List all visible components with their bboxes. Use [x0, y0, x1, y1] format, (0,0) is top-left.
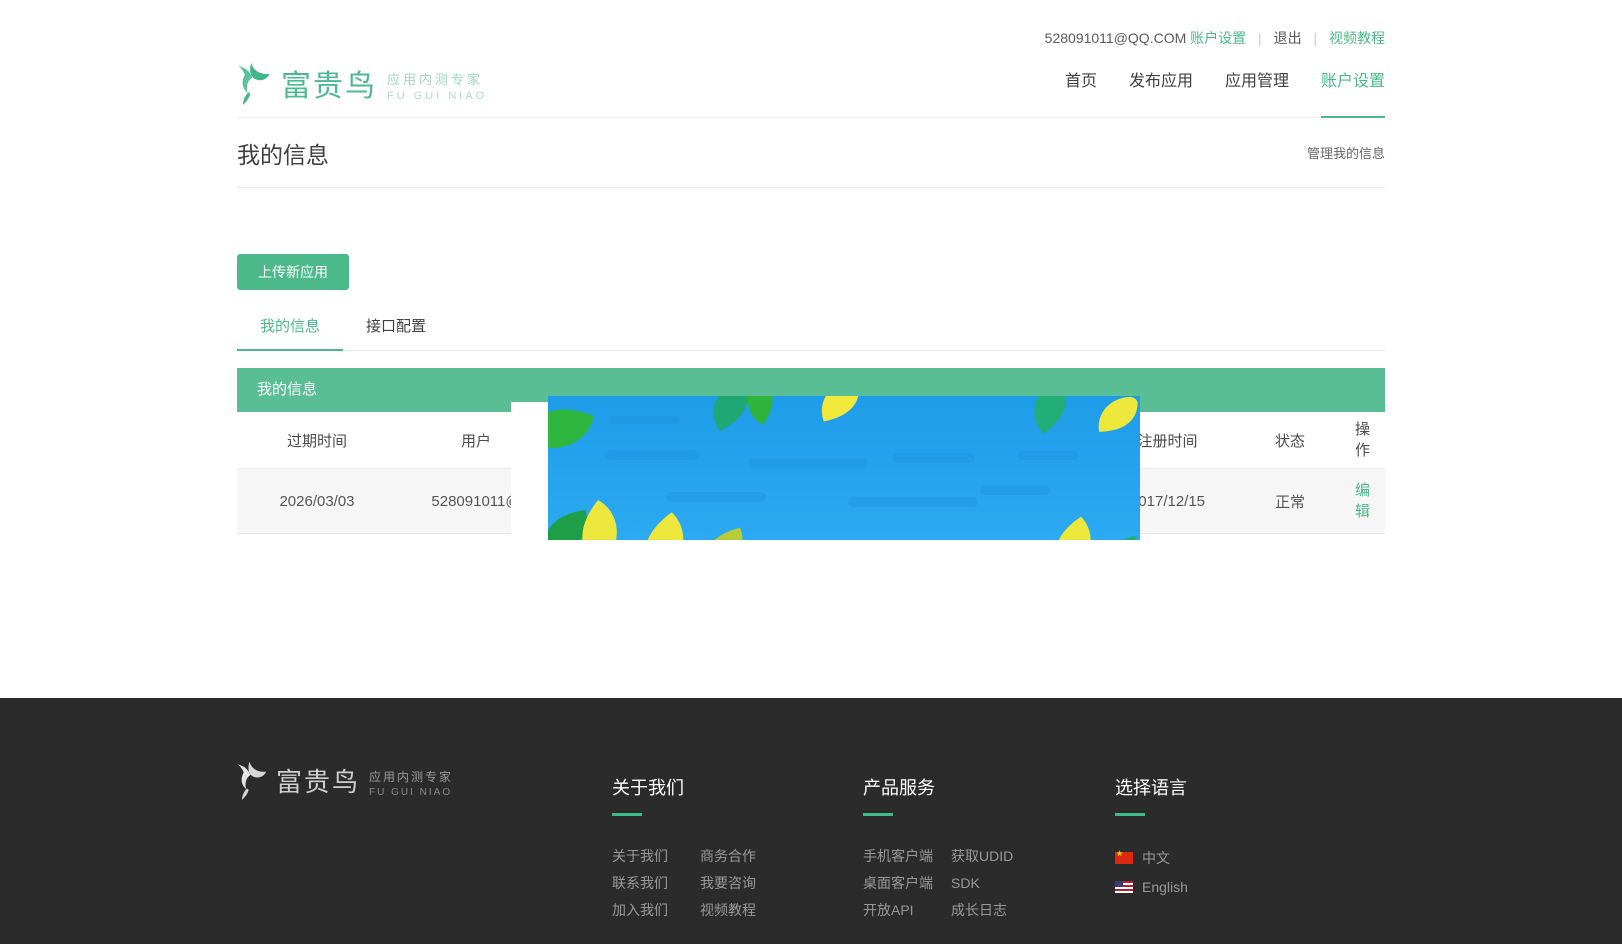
nav-item-account-settings[interactable]: 账户设置 [1321, 48, 1385, 118]
blue-leaves-image [548, 396, 1140, 540]
account-topbar: 528091011@QQ.COM 账户设置 | 退出 | 视频教程 [237, 0, 1385, 48]
green-underline [612, 813, 642, 816]
green-underline [1115, 813, 1145, 816]
footer: 富贵鸟 应用内测专家 FU GUI NIAO 关于我们 关于我们 商务合作 联系… [0, 698, 1622, 944]
language-option-chinese[interactable]: 中文 [1115, 848, 1188, 868]
footer-section-about: 关于我们 关于我们 商务合作 联系我们 我要咨询 加入我们 视频教程 [612, 774, 756, 918]
footer-bird-logo-icon [237, 760, 267, 800]
page-title: 我的信息 [237, 136, 329, 170]
footer-link-open-api[interactable]: 开放API [863, 902, 951, 918]
footer-link-consult[interactable]: 我要咨询 [700, 875, 756, 891]
brand-tagline-en: FU GUI NIAO [387, 90, 487, 102]
bird-logo-icon [237, 61, 271, 105]
tab-api-config[interactable]: 接口配置 [343, 315, 449, 351]
separator: | [1258, 30, 1262, 46]
nav-item-home[interactable]: 首页 [1065, 48, 1097, 118]
col-expire-time: 过期时间 [237, 430, 397, 451]
footer-link-get-udid[interactable]: 获取UDID [951, 848, 1013, 864]
expire-time-value: 2026/03/03 [237, 493, 397, 510]
white-overlay-block [511, 402, 548, 536]
brand-tagline-cn: 应用内测专家 [387, 69, 487, 88]
col-status: 状态 [1240, 430, 1340, 451]
logout-link[interactable]: 退出 [1274, 30, 1302, 46]
footer-link-desktop-client[interactable]: 桌面客户端 [863, 875, 951, 891]
cn-flag-icon [1115, 852, 1133, 864]
footer-tagline-en: FU GUI NIAO [369, 787, 453, 798]
footer-link-join-us[interactable]: 加入我们 [612, 902, 700, 918]
footer-link-about-us[interactable]: 关于我们 [612, 848, 700, 864]
manage-info-label: 管理我的信息 [1307, 143, 1385, 162]
footer-link-mobile-client[interactable]: 手机客户端 [863, 848, 951, 864]
footer-link-growth-log[interactable]: 成长日志 [951, 902, 1013, 918]
nav-item-app-management[interactable]: 应用管理 [1225, 48, 1289, 118]
status-value: 正常 [1240, 491, 1340, 512]
separator: | [1313, 30, 1317, 46]
nav-item-publish-app[interactable]: 发布应用 [1129, 48, 1193, 118]
footer-section-products: 产品服务 手机客户端 获取UDID 桌面客户端 SDK 开放API 成长日志 [863, 774, 1013, 918]
video-tutorial-link[interactable]: 视频教程 [1329, 30, 1385, 46]
us-flag-icon [1115, 881, 1133, 893]
footer-link-sdk[interactable]: SDK [951, 875, 1013, 891]
footer-link-business[interactable]: 商务合作 [700, 848, 756, 864]
footer-section-title: 关于我们 [612, 774, 756, 800]
main-header: 富贵鸟 应用内测专家 FU GUI NIAO 首页 发布应用 应用管理 账户设置 [237, 48, 1385, 118]
footer-link-video-tutorial[interactable]: 视频教程 [700, 902, 756, 918]
page-title-band: 我的信息 管理我的信息 [237, 118, 1385, 188]
brand-name: 富贵鸟 [281, 61, 377, 105]
green-underline [863, 813, 893, 816]
footer-logo: 富贵鸟 应用内测专家 FU GUI NIAO [237, 760, 453, 800]
footer-section-language: 选择语言 中文 English [1115, 774, 1188, 906]
main-nav: 首页 发布应用 应用管理 账户设置 [1033, 48, 1385, 118]
footer-section-title: 选择语言 [1115, 774, 1188, 800]
user-email: 528091011@QQ.COM [1045, 30, 1187, 46]
brand-logo[interactable]: 富贵鸟 应用内测专家 FU GUI NIAO [237, 61, 487, 105]
upload-new-app-button[interactable]: 上传新应用 [237, 254, 349, 290]
footer-brand-name: 富贵鸟 [276, 762, 360, 799]
language-option-english[interactable]: English [1115, 879, 1188, 895]
tab-my-info[interactable]: 我的信息 [237, 315, 343, 351]
edit-link: 编辑 [1354, 503, 1371, 520]
col-action: 操作 [1340, 419, 1385, 461]
floating-image-overlay [548, 396, 1140, 540]
tab-bar: 我的信息 接口配置 [237, 315, 1385, 351]
footer-section-title: 产品服务 [863, 774, 1013, 800]
footer-tagline-cn: 应用内测专家 [369, 768, 453, 785]
account-settings-link[interactable]: 账户设置 [1190, 30, 1246, 46]
footer-link-contact[interactable]: 联系我们 [612, 875, 700, 891]
